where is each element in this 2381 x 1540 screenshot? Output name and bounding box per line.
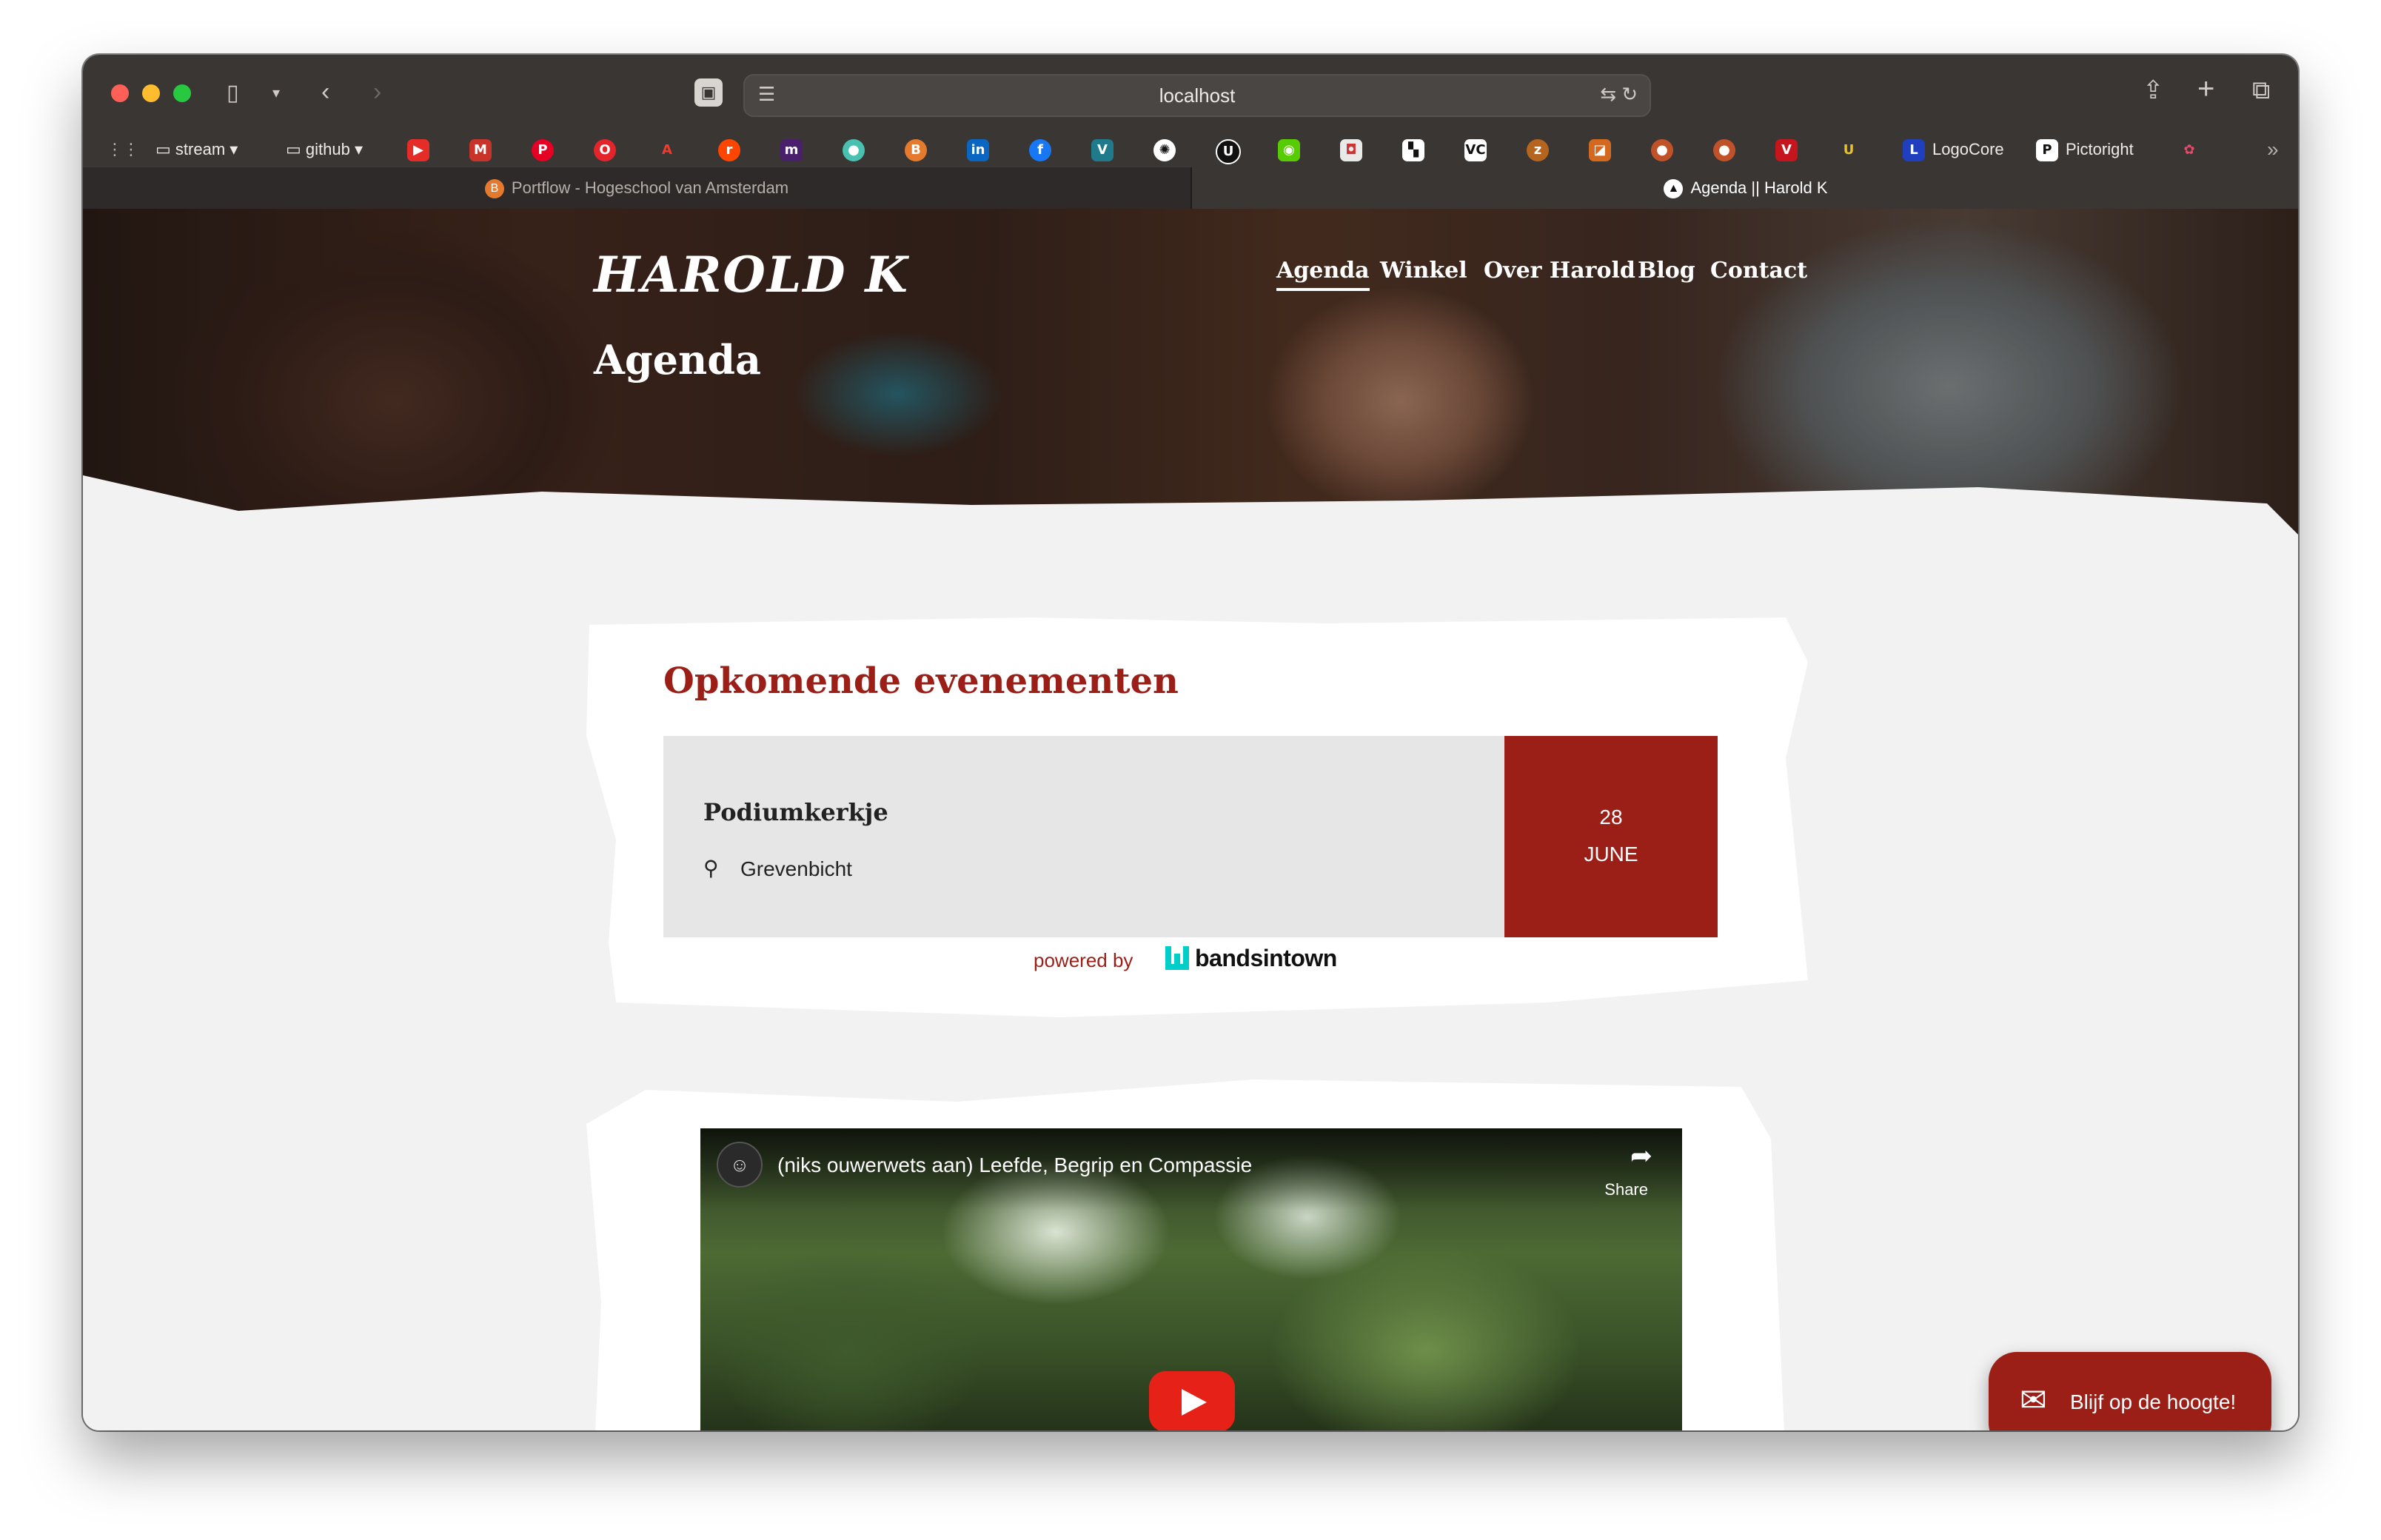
- linkedin-icon[interactable]: in: [967, 139, 989, 161]
- translate-reload-icons[interactable]: ⇆ ↻: [1600, 83, 1638, 106]
- more-bookmarks-icon[interactable]: »: [2267, 138, 2279, 161]
- duolingo-icon[interactable]: ◉: [1278, 139, 1300, 161]
- nav-contact[interactable]: Contact: [1710, 258, 1807, 284]
- photos-icon[interactable]: ✿: [2178, 139, 2200, 161]
- pictoright-icon[interactable]: P: [2036, 139, 2058, 161]
- blogger-icon: B: [484, 179, 504, 199]
- bookmark-folder-github[interactable]: ▭ github ▾: [286, 138, 363, 161]
- upwork-icon[interactable]: U: [1216, 139, 1241, 164]
- hero-torn-edge: [83, 475, 2298, 535]
- m-app-icon[interactable]: m: [780, 139, 803, 161]
- share-icon[interactable]: ➦: [1630, 1140, 1652, 1171]
- page-title: Agenda: [594, 336, 762, 384]
- powered-by-label: powered by: [1034, 949, 1133, 971]
- browser-chrome: ▯ ▾ ‹ › ▣ ☰ localhost ⇆ ↻ ⇪ + ⧉ ⋮⋮ ▭ str…: [83, 55, 2298, 209]
- event-month: JUNE: [1584, 843, 1638, 866]
- bookmark-pictoright[interactable]: Pictoright: [2066, 138, 2134, 161]
- youtube-icon[interactable]: ▶: [407, 139, 429, 161]
- forward-icon[interactable]: ›: [373, 77, 381, 107]
- tab-bar: B Portflow - Hogeschool van Amsterdam ▲ Ag…: [83, 167, 2298, 209]
- share-label[interactable]: Share: [1604, 1180, 1648, 1199]
- blogger-icon[interactable]: B: [905, 139, 927, 161]
- adobe-icon[interactable]: A: [656, 139, 678, 161]
- event-name: Podiumkerkje: [703, 798, 888, 826]
- site-logo[interactable]: HAROLD K: [594, 246, 909, 304]
- new-tab-icon[interactable]: +: [2197, 74, 2214, 104]
- browser-toolbar: ▯ ▾ ‹ › ▣ ☰ localhost ⇆ ↻ ⇪ + ⧉: [83, 55, 2298, 132]
- video-title[interactable]: (niks ouwerwets aan) Leefde, Begrip en C…: [777, 1154, 1252, 1177]
- bandsintown-icon[interactable]: [1164, 945, 1190, 971]
- event-item[interactable]: Podiumkerkje ⚲ Grevenbicht 28 JUNE: [663, 736, 1718, 937]
- extension-icon[interactable]: ▣: [694, 78, 723, 107]
- browser-window: ▯ ▾ ‹ › ▣ ☰ localhost ⇆ ↻ ⇪ + ⧉ ⋮⋮ ▭ str…: [83, 55, 2298, 1430]
- pinterest-icon[interactable]: P: [532, 139, 554, 161]
- bookmarks-bar: ⋮⋮ ▭ stream ▾ ▭ github ▾ ▶ M P O A r m ●…: [83, 132, 2298, 167]
- folder-icon: ▭: [155, 140, 175, 158]
- page-content: HAROLD K Agenda Agenda Winkel Over Harol…: [83, 209, 2298, 1430]
- sidebar-icon[interactable]: ▯: [227, 78, 239, 108]
- bookmark-logocore[interactable]: LogoCore: [1932, 138, 2004, 161]
- reddit-icon[interactable]: r: [718, 139, 740, 161]
- app-icon[interactable]: ◘: [1340, 139, 1362, 161]
- tab-portflow[interactable]: B Portflow - Hogeschool van Amsterdam: [83, 167, 1190, 209]
- u-app-icon[interactable]: U: [1838, 139, 1860, 161]
- play-button[interactable]: [1149, 1371, 1235, 1430]
- tab-agenda[interactable]: ▲ Agenda || Harold K: [1190, 167, 2298, 209]
- apps-grid-icon[interactable]: ⋮⋮: [107, 138, 139, 161]
- nav-over-harold[interactable]: Over Harold: [1484, 258, 1635, 284]
- z-app-icon[interactable]: z: [1527, 139, 1549, 161]
- teal-app-icon[interactable]: ●: [843, 139, 865, 161]
- subscribe-button[interactable]: ✉ Blijf op de hoogte!: [1989, 1352, 2271, 1430]
- location-pin-icon: ⚲: [703, 857, 719, 880]
- nav-agenda[interactable]: Agenda: [1276, 258, 1370, 291]
- event-date-badge: 28 JUNE: [1504, 736, 1718, 937]
- chevron-down-icon[interactable]: ▾: [272, 78, 280, 108]
- subscribe-label: Blijf op de hoogte!: [2070, 1390, 2237, 1413]
- nav-winkel[interactable]: Winkel: [1380, 258, 1467, 284]
- minimize-window-button[interactable]: [142, 84, 160, 102]
- vc-app-icon[interactable]: VC: [1464, 139, 1487, 161]
- youtube-embed[interactable]: ☺ (niks ouwerwets aan) Leefde, Begrip en…: [700, 1128, 1682, 1430]
- nav-blog[interactable]: Blog: [1638, 258, 1695, 284]
- zoom-window-button[interactable]: [173, 84, 191, 102]
- event-day: 28: [1599, 806, 1623, 828]
- box-app-icon[interactable]: ◪: [1589, 139, 1611, 161]
- envelope-icon: ✉: [2020, 1382, 2047, 1419]
- bookmark-folder-stream[interactable]: ▭ stream ▾: [155, 138, 238, 161]
- share-icon[interactable]: ⇪: [2143, 76, 2164, 105]
- ball2-app-icon[interactable]: ●: [1713, 139, 1735, 161]
- back-icon[interactable]: ‹: [321, 77, 329, 107]
- logocore-icon[interactable]: L: [1903, 139, 1925, 161]
- v-red-app-icon[interactable]: V: [1775, 139, 1798, 161]
- event-location: Grevenbicht: [740, 857, 852, 880]
- close-window-button[interactable]: [111, 84, 129, 102]
- site-icon: ▲: [1664, 179, 1684, 199]
- opera-icon[interactable]: O: [594, 139, 616, 161]
- facebook-icon[interactable]: f: [1029, 139, 1051, 161]
- chess-icon[interactable]: ▚: [1402, 139, 1424, 161]
- folder-icon: ▭: [286, 140, 306, 158]
- ball-app-icon[interactable]: ●: [1651, 139, 1673, 161]
- gmail-icon[interactable]: M: [469, 139, 492, 161]
- events-heading: Opkomende evenementen: [663, 660, 1179, 702]
- tab-overview-icon[interactable]: ⧉: [2252, 76, 2270, 105]
- channel-avatar[interactable]: ☺: [717, 1142, 763, 1188]
- bandsintown-logo[interactable]: bandsintown: [1195, 945, 1337, 972]
- play-icon: [1182, 1389, 1207, 1416]
- address-bar[interactable]: ☰ localhost ⇆ ↻: [743, 74, 1651, 117]
- openai-icon[interactable]: ✺: [1153, 139, 1176, 161]
- url-text: localhost: [1159, 84, 1236, 107]
- v-app-icon[interactable]: V: [1091, 139, 1114, 161]
